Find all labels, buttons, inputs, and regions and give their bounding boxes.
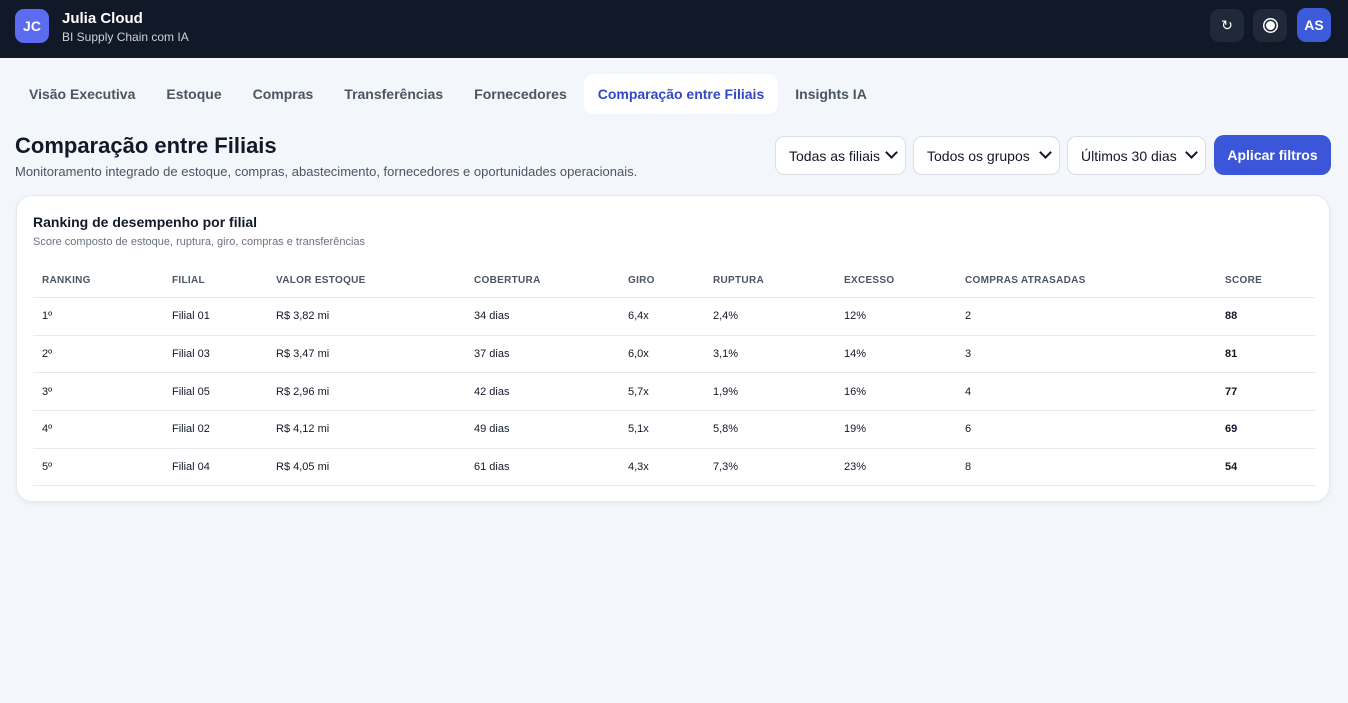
- table-cell: R$ 4,05 mi: [276, 461, 330, 474]
- table-cell: 3º: [42, 385, 53, 398]
- filial-select[interactable]: Todas as filiais: [775, 136, 906, 175]
- score-cell: 77: [1225, 385, 1238, 398]
- column-header[interactable]: RANKING: [42, 263, 91, 297]
- chevron-down-icon: [885, 146, 898, 159]
- theme-toggle-icon[interactable]: [1253, 9, 1287, 42]
- table-cell: 7,3%: [713, 461, 739, 474]
- ranking-card: Ranking de desempenho por filial Score c…: [16, 195, 1330, 502]
- score-cell: 54: [1225, 461, 1238, 474]
- table-cell: R$ 4,12 mi: [276, 423, 330, 436]
- table-row[interactable]: 5º Filial 04 R$ 4,05 mi 61 dias 4,3x 7,3…: [33, 449, 1315, 487]
- table-cell: 16%: [844, 385, 867, 398]
- column-header[interactable]: GIRO: [628, 263, 655, 297]
- column-header[interactable]: COMPRAS ATRASADAS: [965, 263, 1086, 297]
- tab-visao-executiva[interactable]: Visão Executiva: [15, 74, 149, 114]
- table-cell: 4º: [42, 423, 53, 436]
- table-cell: 34 dias: [474, 310, 510, 323]
- table-cell: 2º: [42, 348, 53, 361]
- table-cell: 61 dias: [474, 461, 510, 474]
- table-cell: Filial 04: [172, 461, 210, 474]
- grupo-select[interactable]: Todos os grupos: [913, 136, 1060, 175]
- app-name: Julia Cloud: [62, 10, 143, 27]
- table-cell: 2: [965, 310, 972, 323]
- table-cell: 1,9%: [713, 385, 739, 398]
- table-cell: 23%: [844, 461, 867, 474]
- user-avatar[interactable]: AS: [1297, 8, 1331, 42]
- ranking-subtitle: Score composto de estoque, ruptura, giro…: [33, 236, 366, 248]
- table-cell: 3,1%: [713, 348, 739, 361]
- table-cell: Filial 03: [172, 348, 210, 361]
- table-cell: 12%: [844, 310, 867, 323]
- score-cell: 81: [1225, 348, 1238, 361]
- ranking-table: RANKING FILIAL VALOR ESTOQUE COBERTURA G…: [33, 263, 1315, 487]
- tab-estoque[interactable]: Estoque: [152, 74, 235, 114]
- table-cell: 1º: [42, 310, 53, 323]
- table-cell: 4: [965, 385, 972, 398]
- chevron-down-icon: [1039, 146, 1052, 159]
- page-title: Comparação entre Filiais: [15, 133, 277, 158]
- column-header[interactable]: FILIAL: [172, 263, 205, 297]
- column-header[interactable]: RUPTURA: [713, 263, 764, 297]
- tab-compras[interactable]: Compras: [239, 74, 328, 114]
- grupo-select-value: Todos os grupos: [927, 147, 1030, 164]
- table-cell: R$ 3,47 mi: [276, 348, 330, 361]
- score-cell: 88: [1225, 310, 1238, 323]
- tab-transferencias[interactable]: Transferências: [330, 74, 457, 114]
- table-cell: 49 dias: [474, 423, 510, 436]
- table-cell: 5,8%: [713, 423, 739, 436]
- app-logo: JC: [15, 9, 49, 43]
- column-header[interactable]: SCORE: [1225, 263, 1262, 297]
- table-cell: 37 dias: [474, 348, 510, 361]
- table-row[interactable]: 1º Filial 01 R$ 3,82 mi 34 dias 6,4x 2,4…: [33, 298, 1315, 336]
- table-cell: Filial 01: [172, 310, 210, 323]
- table-row[interactable]: 2º Filial 03 R$ 3,47 mi 37 dias 6,0x 3,1…: [33, 336, 1315, 374]
- table-cell: 5º: [42, 461, 53, 474]
- score-cell: 69: [1225, 423, 1238, 436]
- column-header[interactable]: EXCESSO: [844, 263, 894, 297]
- main-tabs: Visão Executiva Estoque Compras Transfer…: [15, 74, 884, 114]
- table-cell: Filial 02: [172, 423, 210, 436]
- table-cell: 14%: [844, 348, 867, 361]
- periodo-select[interactable]: Últimos 30 dias: [1067, 136, 1206, 175]
- periodo-select-value: Últimos 30 dias: [1081, 147, 1177, 164]
- chevron-down-icon: [1185, 146, 1198, 159]
- theme-dot-icon: [1265, 21, 1275, 30]
- table-cell: R$ 3,82 mi: [276, 310, 330, 323]
- tab-comparacao-filiais[interactable]: Comparação entre Filiais: [583, 74, 779, 114]
- top-bar: JC Julia Cloud BI Supply Chain com IA ↻ …: [0, 0, 1348, 58]
- table-cell: 19%: [844, 423, 867, 436]
- table-cell: R$ 2,96 mi: [276, 385, 330, 398]
- filial-select-value: Todas as filiais: [789, 147, 881, 164]
- table-cell: 2,4%: [713, 310, 739, 323]
- table-cell: 4,3x: [628, 461, 649, 474]
- table-row[interactable]: 3º Filial 05 R$ 2,96 mi 42 dias 5,7x 1,9…: [33, 373, 1315, 412]
- apply-filters-button[interactable]: Aplicar filtros: [1214, 135, 1331, 175]
- table-cell: 3: [965, 348, 972, 361]
- table-header: RANKING FILIAL VALOR ESTOQUE COBERTURA G…: [33, 263, 1315, 298]
- tab-fornecedores[interactable]: Fornecedores: [460, 74, 581, 114]
- column-header[interactable]: VALOR ESTOQUE: [276, 263, 366, 297]
- refresh-icon[interactable]: ↻: [1210, 9, 1244, 42]
- page-subtitle: Monitoramento integrado de estoque, comp…: [15, 164, 638, 179]
- tab-insights-ia[interactable]: Insights IA: [781, 74, 881, 114]
- app-subtitle: BI Supply Chain com IA: [62, 30, 189, 44]
- table-cell: 6: [965, 423, 972, 436]
- column-header[interactable]: COBERTURA: [474, 263, 541, 297]
- table-cell: 6,0x: [628, 348, 649, 361]
- table-cell: 6,4x: [628, 310, 649, 323]
- table-cell: 8: [965, 461, 972, 474]
- table-cell: 5,7x: [628, 385, 649, 398]
- table-cell: Filial 05: [172, 385, 210, 398]
- ranking-title: Ranking de desempenho por filial: [33, 214, 258, 230]
- table-row[interactable]: 4º Filial 02 R$ 4,12 mi 49 dias 5,1x 5,8…: [33, 411, 1315, 449]
- table-cell: 5,1x: [628, 423, 649, 436]
- table-cell: 42 dias: [474, 385, 510, 398]
